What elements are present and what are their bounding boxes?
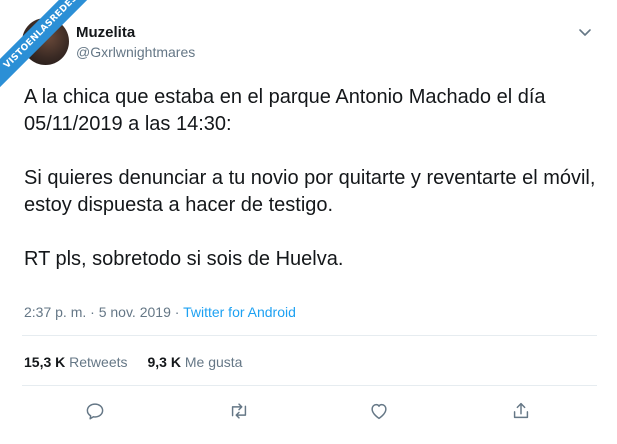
chevron-down-icon[interactable] (577, 24, 593, 40)
share-icon[interactable] (510, 400, 532, 422)
tweet-time[interactable]: 2:37 p. m. (24, 304, 86, 320)
tweet-date[interactable]: 5 nov. 2019 (99, 304, 171, 320)
action-bar (0, 400, 617, 424)
retweets-count: 15,3 K (24, 354, 66, 370)
heart-icon[interactable] (368, 400, 390, 422)
tweet-paragraph: RT pls, sobretodo si sois de Huelva. (24, 248, 344, 270)
reply-icon[interactable] (84, 400, 106, 422)
tweet-meta: 2:37 p. m. · 5 nov. 2019 · Twitter for A… (24, 304, 296, 320)
likes-label: Me gusta (184, 354, 243, 370)
retweets-label: Retweets (69, 354, 128, 370)
divider (22, 335, 597, 336)
meta-separator: · (86, 304, 99, 320)
tweet-paragraph: A la chica que estaba en el parque Anton… (24, 86, 546, 135)
retweet-icon[interactable] (228, 400, 250, 422)
retweets-stat[interactable]: 15,3 K Retweets (24, 354, 128, 370)
meta-separator: · (170, 304, 184, 320)
tweet-text: A la chica que estaba en el parque Anton… (24, 84, 599, 273)
likes-stat[interactable]: 9,3 K Me gusta (148, 354, 243, 370)
display-name[interactable]: Muzelita (76, 24, 135, 41)
tweet-source-link[interactable]: Twitter for Android (183, 304, 296, 320)
tweet-stats: 15,3 K Retweets 9,3 K Me gusta (24, 354, 242, 370)
likes-count: 9,3 K (147, 354, 181, 370)
tweet-paragraph: Si quieres denunciar a tu novio por quit… (24, 167, 596, 216)
user-handle[interactable]: @Gxrlwnightmares (76, 44, 195, 60)
divider (22, 385, 597, 386)
